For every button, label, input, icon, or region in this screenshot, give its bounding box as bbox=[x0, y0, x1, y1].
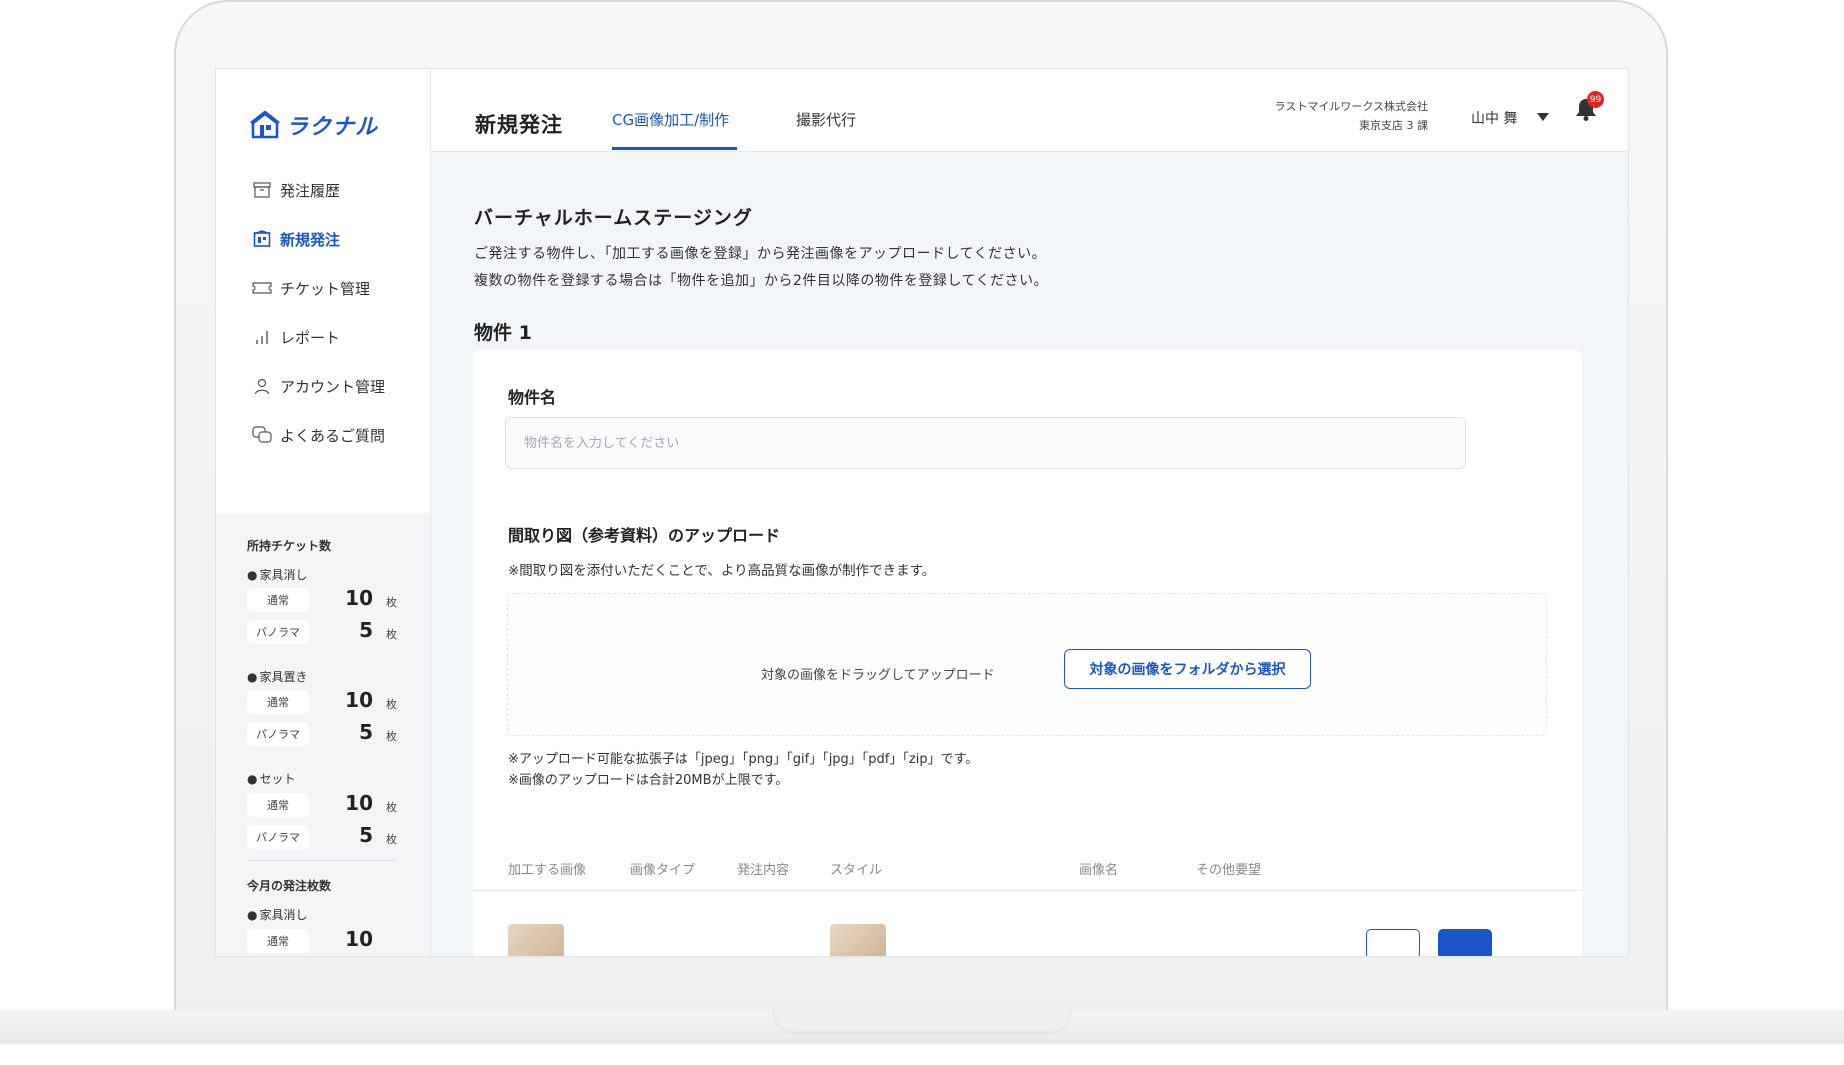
sidebar-item-report[interactable]: レポート bbox=[252, 326, 385, 348]
table-header: 発注内容 bbox=[737, 863, 790, 878]
tab-cg-editing[interactable]: CG画像加工/制作 bbox=[612, 109, 729, 130]
ticket-type-pill: 通常 bbox=[247, 690, 309, 714]
monthly-orders-title: 今月の発注枚数 bbox=[247, 879, 332, 893]
ticket-type-pill: 通常 bbox=[247, 588, 309, 612]
logo[interactable]: ラクナル bbox=[250, 109, 378, 141]
top-header: 新規発注 CG画像加工/制作 撮影代行 ラストマイルワークス株式会社 東京支店 … bbox=[431, 69, 1628, 152]
ticket-type-pill: 通常 bbox=[247, 793, 309, 817]
company-info: ラストマイルワークス株式会社 東京支店 3 課 bbox=[1275, 97, 1428, 135]
ticket-count: 5 bbox=[359, 720, 373, 744]
ticket-divider bbox=[247, 860, 397, 861]
sidebar-item-label: 発注履歴 bbox=[280, 181, 341, 200]
sidebar-nav: 発注履歴 新規発注 チケット管理 レポート アカウント管理 よくあるご質問 bbox=[252, 179, 385, 473]
chevron-down-icon[interactable] bbox=[1537, 113, 1549, 121]
laptop-notch bbox=[772, 1010, 1072, 1034]
ticket-unit: 枚 bbox=[386, 801, 397, 814]
chat-bubbles-icon bbox=[252, 425, 272, 445]
dropzone-text: 対象の画像をドラッグしてアップロード bbox=[761, 668, 995, 683]
ticket-row: 通常 10 枚 bbox=[247, 688, 397, 714]
ticket-count: 10 bbox=[345, 688, 373, 712]
sidebar-item-label: アカウント管理 bbox=[280, 377, 386, 396]
table-header-divider bbox=[473, 890, 1582, 891]
sidebar-item-faq[interactable]: よくあるご質問 bbox=[252, 424, 385, 446]
logo-house-icon bbox=[250, 111, 280, 139]
user-icon bbox=[252, 376, 272, 396]
ticket-row: パノラマ 5 枚 bbox=[247, 720, 397, 746]
table-header: その他要望 bbox=[1196, 863, 1262, 878]
select-from-folder-button[interactable]: 対象の画像をフォルダから選択 bbox=[1064, 649, 1311, 689]
ticket-unit: 枚 bbox=[386, 596, 397, 609]
ticket-row: 通常 10 枚 bbox=[247, 791, 397, 817]
floorplan-note: ※間取り図を添付いただくことで、より高品質な画像が制作できます。 bbox=[508, 563, 936, 579]
file-dropzone[interactable]: 対象の画像をドラッグしてアップロード 対象の画像をフォルダから選択 bbox=[507, 593, 1547, 736]
instruction-text: 複数の物件を登録する場合は「物件を追加」から2件目以降の物件を登録してください。 bbox=[474, 273, 1049, 289]
ticket-type-pill: パノラマ bbox=[247, 620, 309, 644]
ticket-category: 家具置き bbox=[247, 668, 307, 685]
ticket-unit: 枚 bbox=[386, 698, 397, 711]
ticket-category: 家具消し bbox=[247, 566, 307, 583]
ticket-count: 10 bbox=[345, 927, 373, 951]
user-name[interactable]: 山中 舞 bbox=[1471, 108, 1517, 128]
ticket-unit: 枚 bbox=[386, 833, 397, 846]
style-thumbnail[interactable] bbox=[830, 924, 886, 956]
ticket-count: 5 bbox=[359, 823, 373, 847]
ticket-row: パノラマ 5 枚 bbox=[247, 823, 397, 849]
tab-photo-shoot[interactable]: 撮影代行 bbox=[796, 109, 856, 130]
page-title: 新規発注 bbox=[475, 113, 563, 137]
ticket-count: 10 bbox=[345, 791, 373, 815]
row-primary-button[interactable] bbox=[1438, 929, 1492, 956]
allowed-extensions-note: ※アップロード可能な拡張子は「jpeg」「png」「gif」「jpg」「pdf」… bbox=[508, 752, 979, 767]
building-icon bbox=[252, 229, 272, 249]
app-screen: ラクナル 発注履歴 新規発注 チケット管理 レポート アカウント管理 よくあるご… bbox=[215, 68, 1629, 957]
table-header: 加工する画像 bbox=[508, 863, 587, 878]
ticket-unit: 枚 bbox=[386, 730, 397, 743]
table-header: スタイル bbox=[830, 863, 883, 878]
ticket-unit: 枚 bbox=[386, 628, 397, 641]
main-content: バーチャルホームステージング ご発注する物件し、「加工する画像を登録」から発注画… bbox=[431, 152, 1628, 956]
tickets-title: 所持チケット数 bbox=[247, 539, 332, 553]
ticket-category: セット bbox=[247, 770, 295, 787]
ticket-row: 通常 10 bbox=[247, 927, 397, 953]
ticket-icon bbox=[252, 278, 272, 298]
sidebar-item-new-order[interactable]: 新規発注 bbox=[252, 228, 385, 250]
company-name: ラストマイルワークス株式会社 bbox=[1274, 100, 1428, 113]
ticket-type-pill: パノラマ bbox=[247, 722, 309, 746]
sidebar-item-label: チケット管理 bbox=[280, 279, 371, 298]
sidebar-item-order-history[interactable]: 発注履歴 bbox=[252, 179, 385, 201]
archive-box-icon bbox=[252, 180, 272, 200]
image-thumbnail[interactable] bbox=[508, 924, 564, 956]
active-tab-indicator bbox=[612, 147, 737, 150]
property-card: 物件名 間取り図（参考資料）のアップロード ※間取り図を添付いただくことで、より… bbox=[473, 349, 1582, 956]
property-heading: 物件 1 bbox=[474, 322, 532, 344]
branch-name: 東京支店 3 課 bbox=[1359, 119, 1428, 132]
sidebar-item-account[interactable]: アカウント管理 bbox=[252, 375, 385, 397]
ticket-summary-panel: 所持チケット数 家具消し 通常 10 枚 パノラマ 5 枚 家具置き 通常 10… bbox=[216, 513, 430, 956]
notification-badge: 99 bbox=[1587, 91, 1604, 108]
ticket-type-pill: パノラマ bbox=[247, 825, 309, 849]
sidebar-item-ticket-management[interactable]: チケット管理 bbox=[252, 277, 385, 299]
row-secondary-button[interactable] bbox=[1366, 929, 1420, 956]
sidebar-item-label: 新規発注 bbox=[280, 230, 341, 249]
ticket-count: 5 bbox=[359, 618, 373, 642]
size-limit-note: ※画像のアップロードは合計20MBが上限です。 bbox=[508, 773, 789, 788]
property-name-label: 物件名 bbox=[508, 388, 557, 407]
sidebar-item-label: よくあるご質問 bbox=[280, 426, 386, 445]
table-header: 画像名 bbox=[1079, 863, 1119, 878]
ticket-row: パノラマ 5 枚 bbox=[247, 618, 397, 644]
ticket-category: 家具消し bbox=[247, 906, 307, 923]
instruction-text: ご発注する物件し、「加工する画像を登録」から発注画像をアップロードしてください。 bbox=[474, 246, 1047, 262]
floorplan-upload-label: 間取り図（参考資料）のアップロード bbox=[508, 526, 781, 545]
sidebar: ラクナル 発注履歴 新規発注 チケット管理 レポート アカウント管理 よくあるご… bbox=[216, 69, 431, 956]
sidebar-item-label: レポート bbox=[280, 328, 341, 347]
logo-text: ラクナル bbox=[286, 115, 379, 140]
bar-chart-icon bbox=[252, 327, 272, 347]
section-title: バーチャルホームステージング bbox=[474, 207, 753, 229]
table-header: 画像タイプ bbox=[630, 863, 696, 878]
property-name-input[interactable] bbox=[505, 417, 1466, 469]
ticket-type-pill: 通常 bbox=[247, 929, 309, 953]
ticket-count: 10 bbox=[345, 586, 373, 610]
ticket-row: 通常 10 枚 bbox=[247, 586, 397, 612]
